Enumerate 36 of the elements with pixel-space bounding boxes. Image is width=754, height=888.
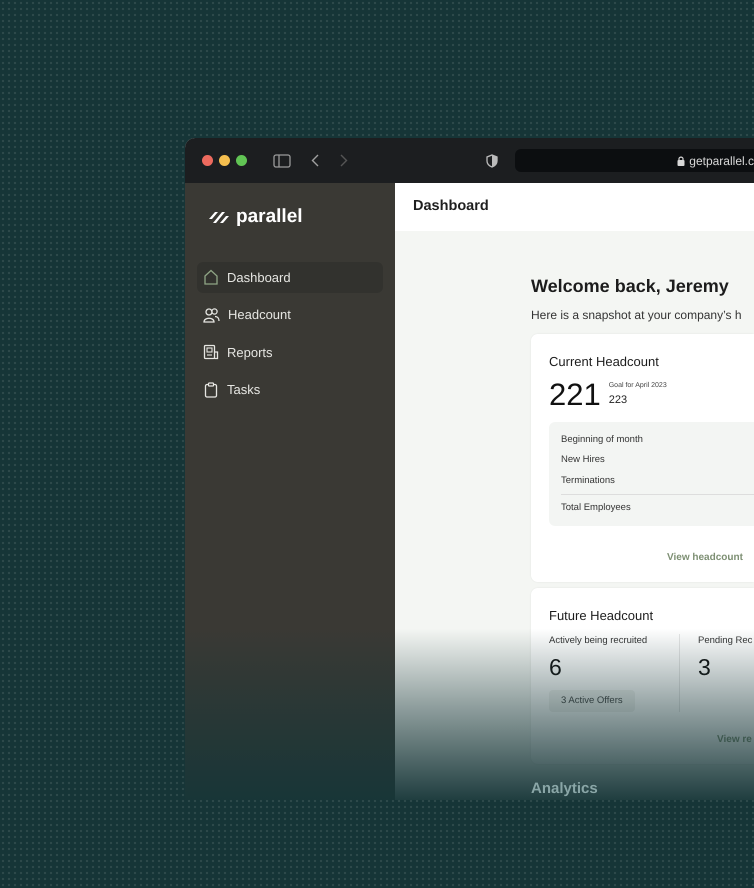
stat-number: 6 bbox=[549, 656, 563, 679]
sidebar-toggle-icon[interactable] bbox=[273, 154, 291, 168]
report-icon bbox=[203, 344, 219, 360]
sidebar-item[interactable]: Dashboard bbox=[197, 262, 383, 293]
card-title: Current Headcount bbox=[549, 352, 660, 371]
address-bar[interactable]: getparallel.c bbox=[515, 149, 754, 172]
stat-label: Pending Rec bbox=[698, 634, 752, 648]
summary-label: Total Employees bbox=[561, 494, 754, 518]
welcome-subtitle: Here is a snapshot at your company’s h bbox=[531, 306, 743, 324]
stat-label: Actively being recruited bbox=[549, 634, 648, 648]
logo-text: parallel bbox=[236, 205, 303, 229]
lock-icon bbox=[677, 156, 686, 166]
clipboard-icon bbox=[203, 382, 219, 398]
summary-label: New Hires bbox=[561, 453, 606, 468]
window-control-button[interactable] bbox=[219, 155, 230, 166]
people-icon bbox=[203, 306, 220, 323]
goal-value: 223 bbox=[608, 392, 628, 408]
window-control-button[interactable] bbox=[236, 155, 247, 166]
back-icon[interactable] bbox=[311, 154, 319, 167]
shield-icon[interactable] bbox=[486, 154, 498, 168]
welcome-heading: Welcome back, Jeremy bbox=[531, 276, 730, 298]
sidebar-item[interactable]: Reports bbox=[197, 336, 383, 368]
window-control-button[interactable] bbox=[202, 155, 213, 166]
section-heading: Analytics bbox=[531, 779, 599, 800]
card-title: Future Headcount bbox=[549, 607, 654, 626]
page-title: Dashboard bbox=[395, 183, 754, 231]
logo-icon bbox=[208, 209, 230, 226]
headcount-number: 221 bbox=[549, 379, 601, 410]
house-icon bbox=[203, 269, 219, 286]
offers-badge: 3 Active Offers bbox=[549, 690, 635, 712]
summary-label: Beginning of month bbox=[561, 433, 644, 448]
url-text: getparallel.c bbox=[689, 152, 754, 170]
sidebar-item[interactable]: Headcount bbox=[197, 299, 383, 330]
sidebar-item[interactable]: Tasks bbox=[197, 374, 383, 406]
stat-number: 3 bbox=[698, 656, 712, 679]
summary-label: Terminations bbox=[561, 474, 616, 488]
